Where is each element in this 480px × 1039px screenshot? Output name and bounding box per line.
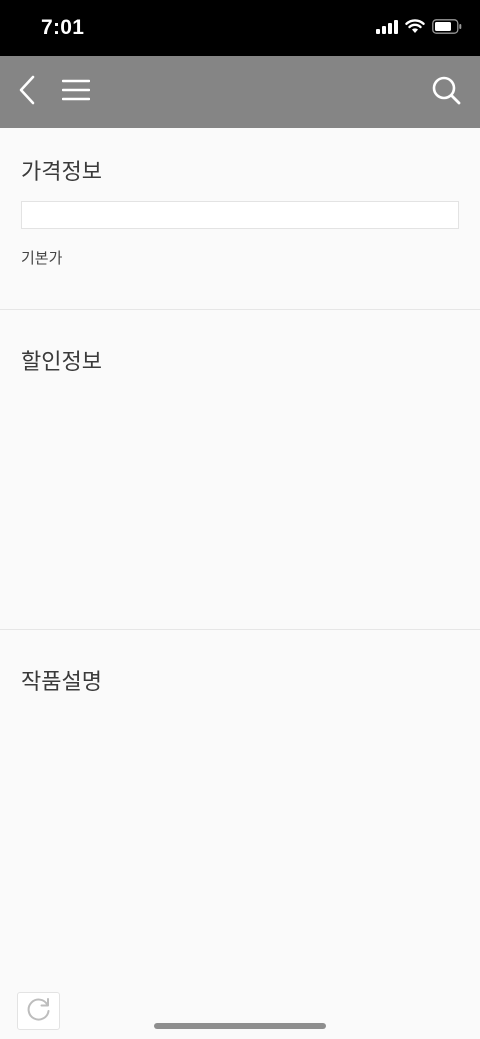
price-section-title: 가격정보 (21, 160, 102, 185)
nav-bar (0, 56, 480, 128)
description-section-title: 작품설명 (21, 670, 102, 695)
status-time: 7:01 (41, 16, 85, 39)
home-indicator (154, 1023, 326, 1029)
status-bar: 7:01 (0, 0, 480, 56)
discount-section: 할인정보 (0, 310, 480, 630)
signal-icon (376, 19, 398, 38)
battery-icon (432, 18, 462, 38)
base-price-label: 기본가 (21, 249, 63, 267)
hamburger-menu-icon (61, 79, 91, 105)
refresh-icon (26, 996, 52, 1026)
back-button[interactable] (8, 56, 48, 128)
status-icons (376, 18, 462, 38)
menu-button[interactable] (56, 56, 96, 128)
description-section: 작품설명 (0, 630, 480, 1039)
wifi-icon (405, 18, 425, 38)
screen: 7:01 가격정보 기본가 할인정보 작품설명 (0, 0, 480, 1039)
search-icon (431, 75, 461, 109)
price-section: 가격정보 기본가 (0, 128, 480, 310)
refresh-button[interactable] (17, 992, 60, 1030)
back-chevron-icon (18, 75, 38, 109)
search-button[interactable] (424, 56, 468, 128)
discount-section-title: 할인정보 (21, 350, 102, 375)
price-field[interactable] (21, 201, 459, 229)
